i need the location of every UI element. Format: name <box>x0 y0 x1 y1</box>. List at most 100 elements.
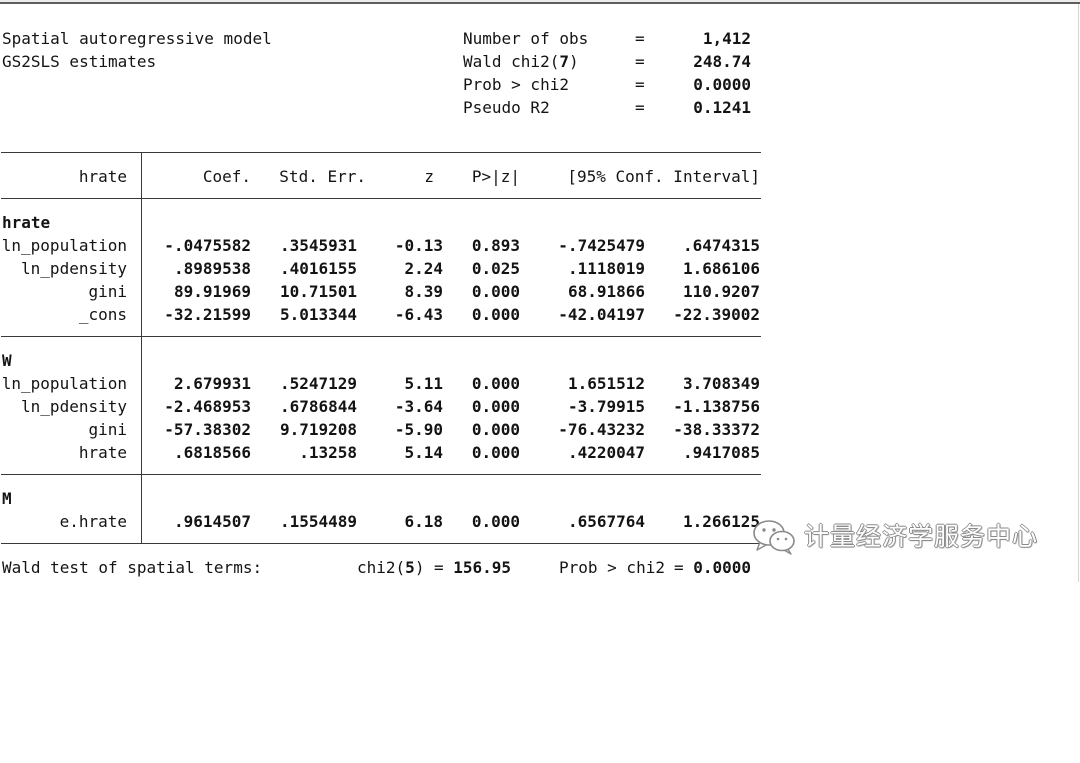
results-window[interactable]: Spatial autoregressive model Number of o… <box>0 0 1078 582</box>
coef-value: -.0475582 <box>164 235 251 255</box>
table-row: hrate .6818566 .13258 5.14 0.000 .4220047 .941… <box>0 441 1078 464</box>
p-value: 0.000 <box>471 396 520 416</box>
z-value: 8.39 <box>404 281 443 301</box>
ci-upper-value: 110.9207 <box>682 281 760 301</box>
equals-sign: = <box>635 97 645 117</box>
coef-value: .8989538 <box>173 258 251 278</box>
variable-name: _cons <box>78 304 127 324</box>
section-separator <box>1 474 761 475</box>
std-err-value: .3545931 <box>279 235 357 255</box>
std-err-value: 10.71501 <box>279 281 357 301</box>
ci-lower-value: .6567764 <box>567 511 645 531</box>
equals-sign: = <box>635 74 645 94</box>
depvar-header: hrate <box>78 166 127 186</box>
coef-value: -57.38302 <box>164 419 251 439</box>
coef-value: .6818566 <box>173 442 251 462</box>
p-value: 0.000 <box>471 442 520 462</box>
wechat-logo-icon <box>753 520 795 555</box>
header-row-3: Prob > chi2 = 0.0000 <box>0 73 1078 96</box>
obs-value: 1,412 <box>702 28 751 48</box>
ci-lower-value: 1.651512 <box>567 373 645 393</box>
std-err-value: 5.013344 <box>279 304 357 324</box>
obs-label: Number of obs <box>463 28 589 48</box>
wald-chi2-label: Wald chi2(7) <box>463 50 579 73</box>
coef-value: 2.679931 <box>173 373 251 393</box>
estimation-method: GS2SLS estimates <box>2 51 157 71</box>
pseudo-r2-value: 0.1241 <box>693 97 751 117</box>
variable-name: gini <box>88 281 127 301</box>
ci-upper-value: 1.686106 <box>682 258 760 278</box>
variable-name: ln_population <box>1 373 127 393</box>
wald-test-label: Wald test of spatial terms: <box>2 557 263 577</box>
coef-value: -32.21599 <box>164 304 251 324</box>
header-row-1: Spatial autoregressive model Number of o… <box>0 27 1078 50</box>
ci-upper-value: 3.708349 <box>682 373 760 393</box>
p-value: 0.000 <box>471 281 520 301</box>
table-row: ln_pdensity .8989538 .4016155 2.24 0.025 .111… <box>0 257 1078 280</box>
coef-header: Coef. <box>202 166 251 186</box>
table-row: _cons -32.21599 5.013344 -6.43 0.000 -42.0419… <box>0 303 1078 326</box>
std-err-value: .4016155 <box>279 258 357 278</box>
ci-lower-value: -42.04197 <box>558 304 645 324</box>
ci-lower-value: 68.91866 <box>567 281 645 301</box>
ci-lower-value: .1118019 <box>567 258 645 278</box>
variable-name: gini <box>88 419 127 439</box>
table-row: ln_pdensity -2.468953 .6786844 -3.64 0.000 -3… <box>0 395 1078 418</box>
wald-test-row: Wald test of spatial terms: chi2(5) = 15… <box>0 556 1078 579</box>
coef-value: -2.468953 <box>164 396 251 416</box>
ci-upper-value: -1.138756 <box>673 396 760 416</box>
std-err-value: .13258 <box>299 442 357 462</box>
wald-test-chi2-label-text: chi2( <box>357 557 406 577</box>
wald-chi2-value: 248.74 <box>693 51 751 71</box>
equation-label: hrate <box>2 212 51 232</box>
equation-label: M <box>2 488 12 508</box>
equation-label: W <box>2 350 12 370</box>
std-err-value: .1554489 <box>279 511 357 531</box>
table-row: ln_population 2.679931 .5247129 5.11 0.000 1.… <box>0 372 1078 395</box>
variable-name: ln_pdensity <box>21 396 127 416</box>
p-value: 0.000 <box>471 373 520 393</box>
ci-lower-value: -3.79915 <box>567 396 645 416</box>
z-value: 5.11 <box>404 373 443 393</box>
z-value: 6.18 <box>404 511 443 531</box>
ci-upper-value: 1.266125 <box>682 511 760 531</box>
equation-label-row: M <box>0 487 1078 510</box>
wald-test-chi2-value: 156.95 <box>453 557 511 577</box>
p-value: 0.893 <box>471 235 520 255</box>
model-title: Spatial autoregressive model <box>2 28 272 48</box>
ci-lower-value: -76.43232 <box>558 419 645 439</box>
z-value: 5.14 <box>404 442 443 462</box>
wald-test-prob-label: Prob > chi2 <box>559 557 665 577</box>
table-row: gini 89.91969 10.71501 8.39 0.000 68.91866 110… <box>0 280 1078 303</box>
z-value: 2.24 <box>404 258 443 278</box>
prob-chi2-value: 0.0000 <box>693 74 751 94</box>
ci-upper-value: -38.33372 <box>673 419 760 439</box>
p-value: 0.000 <box>471 304 520 324</box>
p-value-header: P>|z| <box>471 166 520 186</box>
ci-lower-value: -.7425479 <box>558 235 645 255</box>
equals-sign: = <box>635 51 645 71</box>
table-header-row: hrate Coef. Std. Err. z P>|z| [95% Conf.… <box>0 165 1078 188</box>
std-err-header: Std. Err. <box>279 166 366 186</box>
p-value: 0.000 <box>471 511 520 531</box>
p-value: 0.025 <box>471 258 520 278</box>
ci-upper-value: -22.39002 <box>673 304 760 324</box>
variable-name: e.hrate <box>59 511 127 531</box>
std-err-value: 9.719208 <box>279 419 357 439</box>
equation-label-row: hrate <box>0 211 1078 234</box>
watermark-text: 计量经济学服务中心 <box>804 522 1039 551</box>
z-value: -0.13 <box>394 235 443 255</box>
wald-chi2-label-text: Wald chi2( <box>463 51 560 71</box>
variable-name: ln_population <box>1 235 127 255</box>
wald-chi2-df: 7 <box>559 51 569 71</box>
p-value: 0.000 <box>471 419 520 439</box>
table-header-rule <box>1 198 761 199</box>
equals-sign: = <box>635 28 645 48</box>
wald-chi2-label-close: ) <box>568 51 579 71</box>
equation-label-row: W <box>0 349 1078 372</box>
wald-test-prob-value: 0.0000 <box>693 557 751 577</box>
variable-name: hrate <box>78 442 127 462</box>
z-value: -6.43 <box>394 304 443 324</box>
z-value: -3.64 <box>394 396 443 416</box>
table-row: gini -57.38302 9.719208 -5.90 0.000 -76.43232… <box>0 418 1078 441</box>
